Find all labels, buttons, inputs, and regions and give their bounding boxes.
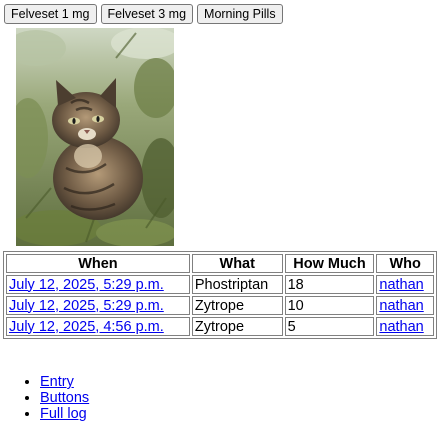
quick-entry-buttons: Felveset 1 mg Felveset 3 mg Morning Pill… [4,4,283,24]
list-item: Full log [40,406,89,422]
cell-how-much: 5 [284,317,375,336]
cell-what: Zytrope [191,317,283,336]
column-header-how-much: How Much [284,254,375,273]
column-header-when: When [6,254,190,273]
user-link[interactable]: nathan [379,319,423,335]
table-row: July 12, 2025, 5:29 p.m. Zytrope 10 nath… [6,296,434,315]
list-item: Entry [40,374,89,390]
table-header-row: When What How Much Who [6,254,434,273]
log-table: When What How Much Who July 12, 2025, 5:… [3,251,437,339]
felveset-1mg-button[interactable]: Felveset 1 mg [4,4,97,24]
cell-what: Zytrope [191,296,283,315]
table-row: July 12, 2025, 5:29 p.m. Phostriptan 18 … [6,275,434,294]
entry-link[interactable]: July 12, 2025, 5:29 p.m. [9,298,164,314]
morning-pills-button[interactable]: Morning Pills [197,4,283,24]
full-log-nav-link[interactable]: Full log [40,406,87,422]
buttons-nav-link[interactable]: Buttons [40,390,89,406]
cat-photo [16,28,174,246]
cell-when[interactable]: July 12, 2025, 5:29 p.m. [6,296,190,315]
nav-links: Entry Buttons Full log [0,374,89,422]
cell-when[interactable]: July 12, 2025, 5:29 p.m. [6,275,190,294]
cell-when[interactable]: July 12, 2025, 4:56 p.m. [6,317,190,336]
entry-nav-link[interactable]: Entry [40,374,74,390]
cell-how-much: 10 [284,296,375,315]
user-link[interactable]: nathan [379,298,423,314]
cell-who: nathan [376,317,434,336]
cell-how-much: 18 [284,275,375,294]
cell-who: nathan [376,296,434,315]
table-row: July 12, 2025, 4:56 p.m. Zytrope 5 natha… [6,317,434,336]
entry-link[interactable]: July 12, 2025, 4:56 p.m. [9,319,164,335]
column-header-who: Who [376,254,434,273]
list-item: Buttons [40,390,89,406]
user-link[interactable]: nathan [379,277,423,293]
entry-link[interactable]: July 12, 2025, 5:29 p.m. [9,277,164,293]
cell-who: nathan [376,275,434,294]
column-header-what: What [191,254,283,273]
cell-what: Phostriptan [191,275,283,294]
felveset-3mg-button[interactable]: Felveset 3 mg [100,4,194,24]
